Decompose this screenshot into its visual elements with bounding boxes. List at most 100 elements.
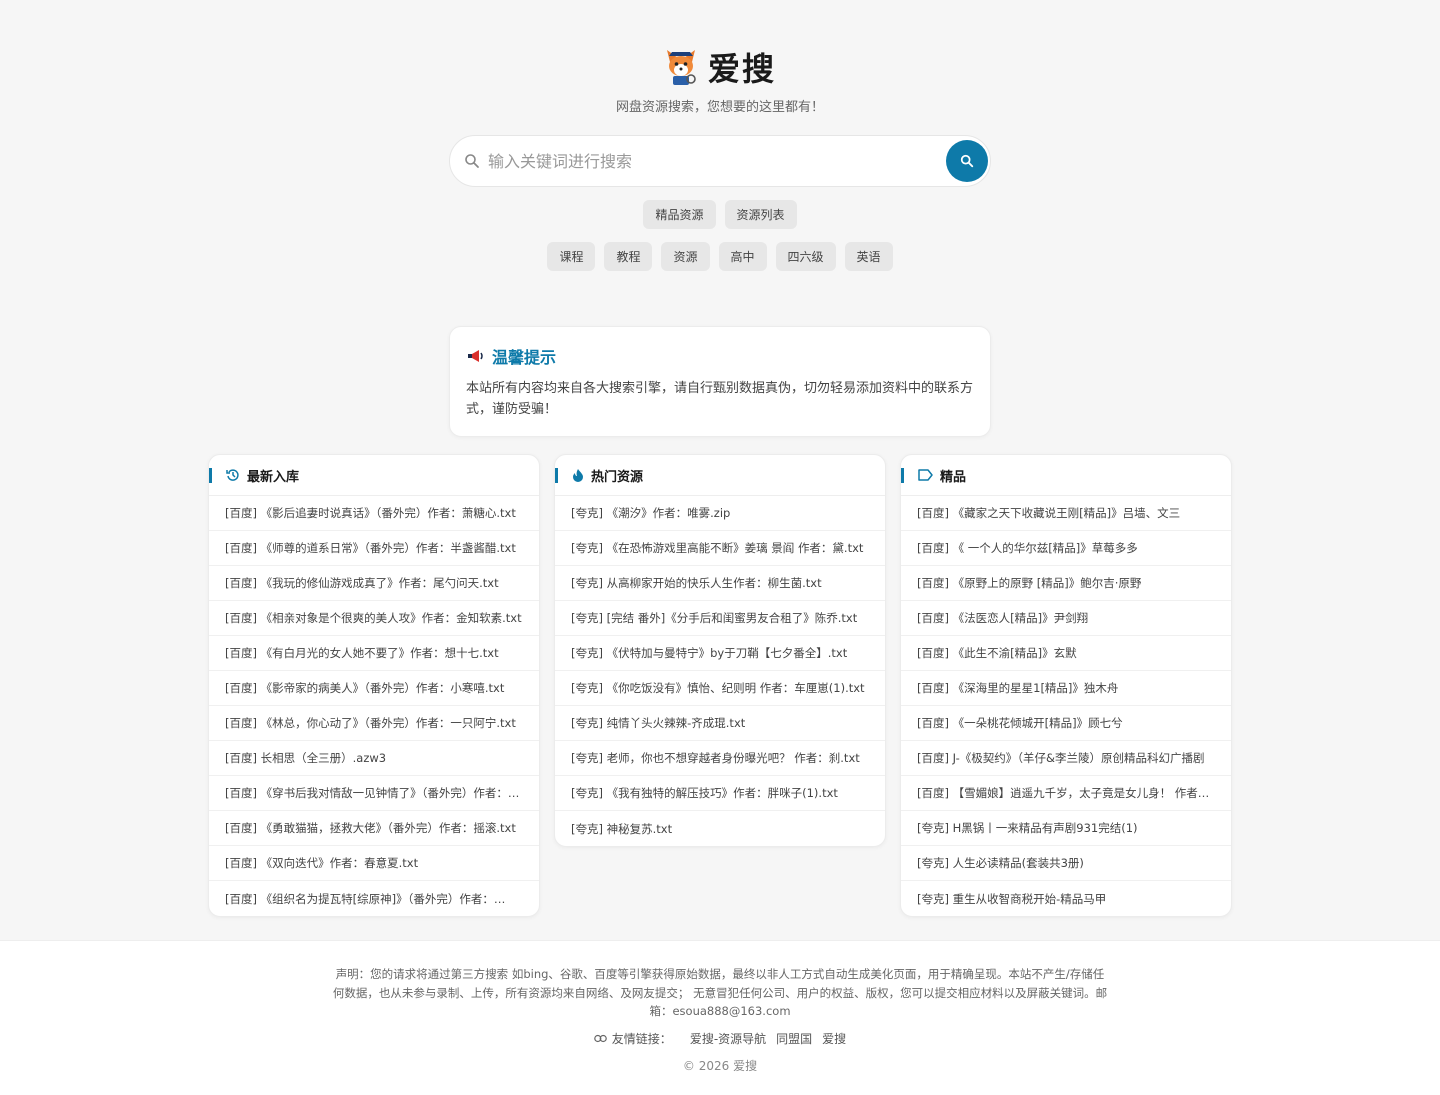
resource-item[interactable]: [夸克] 重生从收智商税开始-精品马甲	[901, 881, 1231, 916]
fox-mascot-logo[interactable]	[664, 48, 698, 86]
friend-link[interactable]: 爱搜-资源导航	[690, 1030, 766, 1047]
history-icon	[226, 469, 239, 481]
search-icon	[465, 154, 479, 168]
resource-item[interactable]: [夸克] H黑锅丨一来精品有声剧931完结(1)	[901, 811, 1231, 846]
resource-item-title: [夸克] 《我有独特的解压技巧》作者：胖咪子(1).txt	[571, 786, 838, 800]
resource-item[interactable]: [百度] 《影帝家的病美人》（番外完）作者：小寒嘻.txt	[209, 671, 539, 706]
resource-item[interactable]: [夸克] 《潮汐》作者：唯雾.zip	[555, 496, 885, 531]
resource-item[interactable]: [夸克] 《伏特加与曼特宁》by于刀鞘【七夕番全】.txt	[555, 636, 885, 671]
friend-links: 友情链接： 爱搜-资源导航 同盟国 爱搜	[0, 1030, 1440, 1047]
resource-item-title: [夸克] 《在恐怖游戏里高能不断》姜璃 景阎 作者：黛.txt	[571, 541, 864, 555]
column-header: 精品	[901, 455, 1231, 496]
resource-item[interactable]: [夸克] 《在恐怖游戏里高能不断》姜璃 景阎 作者：黛.txt	[555, 531, 885, 566]
friend-link[interactable]: 爱搜	[822, 1030, 846, 1047]
resource-item[interactable]: [百度] 《影后追妻时说真话》（番外完）作者：萧糖心.txt	[209, 496, 539, 531]
notice-card: 温馨提示 本站所有内容均来自各大搜索引擎，请自行甄别数据真伪，切勿轻易添加资料中…	[449, 326, 991, 437]
column-header: 热门资源	[555, 455, 885, 496]
resource-item-title: [百度] 《藏家之天下收藏说王刚[精品]》吕墙、文三	[917, 506, 1181, 520]
resource-item[interactable]: [夸克] 从高柳家开始的快乐人生作者：柳生菌.txt	[555, 566, 885, 601]
resource-item-title: [百度] 《影后追妻时说真话》（番外完）作者：萧糖心.txt	[225, 506, 516, 520]
resource-item-title: [百度] 《林总，你心动了》（番外完）作者：一只阿宁.txt	[225, 716, 516, 730]
hot-tag[interactable]: 资源	[661, 242, 710, 271]
resource-item[interactable]: [百度] 《原野上的原野 [精品]》鲍尔吉·原野	[901, 566, 1231, 601]
hot-tag[interactable]: 英语	[844, 242, 893, 271]
resource-item[interactable]: [百度] 《我玩的修仙游戏成真了》作者：尾勺问天.txt	[209, 566, 539, 601]
resource-item-title: [百度] 长相思（全三册）.azw3	[225, 751, 387, 765]
resource-item[interactable]: [百度] 《林总，你心动了》（番外完）作者：一只阿宁.txt	[209, 706, 539, 741]
resource-item[interactable]: [夸克] [完结 番外]《分手后和闺蜜男友合租了》陈乔.txt	[555, 601, 885, 636]
megaphone-icon	[468, 350, 483, 362]
resource-item[interactable]: [百度] 《有白月光的女人她不要了》作者：想十七.txt	[209, 636, 539, 671]
resource-item-title: [百度] 《双向迭代》作者：春意夏.txt	[225, 856, 419, 870]
resource-item[interactable]: [百度] 《双向迭代》作者：春意夏.txt	[209, 846, 539, 881]
resource-item[interactable]: [百度] 《 一个人的华尔兹[精品]》草莓多多	[901, 531, 1231, 566]
column-list: [百度] 《影后追妻时说真话》（番外完）作者：萧糖心.txt [百度] 《师尊的道…	[209, 496, 539, 916]
friend-links-label-wrap: 友情链接：	[593, 1030, 672, 1047]
header: 爱搜 网盘资源搜索，您想要的这里都有！ 精品资源 资源列表 课程 教程 资源 高…	[0, 0, 1440, 271]
footer: 声明：您的请求将通过第三方搜索 如bing、谷歌、百度等引擎获得原始数据，最终以…	[0, 940, 1440, 1095]
resource-item[interactable]: [夸克] 纯情丫头火辣辣-齐成琨.txt	[555, 706, 885, 741]
hot-tag[interactable]: 课程	[547, 242, 596, 271]
resource-item-title: [夸克] [完结 番外]《分手后和闺蜜男友合租了》陈乔.txt	[571, 611, 858, 625]
notice-body: 本站所有内容均来自各大搜索引擎，请自行甄别数据真伪，切勿轻易添加资料中的联系方式…	[466, 381, 974, 417]
search-input[interactable]	[488, 141, 928, 181]
column-title: 热门资源	[591, 469, 644, 485]
resource-item[interactable]: [百度] 《此生不渝[精品]》玄默	[901, 636, 1231, 671]
site-title: 爱搜	[707, 50, 776, 88]
resource-item[interactable]: [百度] 《一朵桃花倾城开[精品]》顾七兮	[901, 706, 1231, 741]
resource-item-title: [百度] 《勇敢猫猫，拯救大佬》（番外完）作者：摇滚.txt	[225, 821, 516, 835]
resource-item-title: [百度] 《法医恋人[精品]》尹剑翔	[917, 611, 1089, 625]
tag-icon	[918, 469, 933, 481]
resource-item-title: [夸克] 从高柳家开始的快乐人生作者：柳生菌.txt	[571, 576, 822, 590]
notice-title: 温馨提示	[492, 348, 557, 367]
resource-item-title: [夸克] 《潮汐》作者：唯雾.zip	[571, 506, 731, 520]
resource-item[interactable]: [夸克] 人生必读精品(套装共3册)	[901, 846, 1231, 881]
resource-item-title: [百度] 《影帝家的病美人》（番外完）作者：小寒嘻.txt	[225, 681, 505, 695]
resource-item[interactable]: [夸克] 《你吃饭没有》慎怡、纪则明 作者：车厘崽(1).txt	[555, 671, 885, 706]
resource-item[interactable]: [百度] 《深海里的星星1[精品]》独木舟	[901, 671, 1231, 706]
hot-tag[interactable]: 高中	[718, 242, 767, 271]
resource-item-title: [百度] 《有白月光的女人她不要了》作者：想十七.txt	[225, 646, 499, 660]
quick-link-featured[interactable]: 精品资源	[643, 200, 716, 229]
resource-item[interactable]: [百度] 《师尊的道系日常》（番外完）作者：半盏酱醋.txt	[209, 531, 539, 566]
resource-item-title: [百度] 《组织名为提瓦特[综原神]》（番外完）作者：…	[225, 891, 506, 906]
hot-column: 热门资源 [夸克] 《潮汐》作者：唯雾.zip [夸克] 《在恐怖游戏里高能不断》…	[554, 454, 886, 847]
resource-item[interactable]: [百度] 《法医恋人[精品]》尹剑翔	[901, 601, 1231, 636]
friend-link[interactable]: 同盟国	[776, 1030, 812, 1047]
resource-item[interactable]: [夸克] 《我有独特的解压技巧》作者：胖咪子(1).txt	[555, 776, 885, 811]
search-bar	[449, 135, 991, 187]
resource-item[interactable]: [百度] 《相亲对象是个很爽的美人攻》作者：金知软素.txt	[209, 601, 539, 636]
resource-item-title: [夸克] 人生必读精品(套装共3册)	[917, 856, 1084, 870]
column-header: 最新入库	[209, 455, 539, 496]
hot-tags: 课程 教程 资源 高中 四六级 英语	[0, 242, 1440, 271]
search-submit-button[interactable]	[946, 140, 988, 182]
hot-tag[interactable]: 教程	[604, 242, 653, 271]
column-title: 最新入库	[247, 469, 300, 485]
resource-item-title: [夸克] 老师，你也不想穿越者身份曝光吧？ 作者：刹.txt	[571, 751, 860, 765]
resource-item-title: [百度] 《原野上的原野 [精品]》鲍尔吉·原野	[917, 576, 1142, 590]
resource-item-title: [百度] 《一朵桃花倾城开[精品]》顾七兮	[917, 716, 1123, 730]
fire-icon	[573, 469, 583, 482]
resource-item[interactable]: [百度] 《勇敢猫猫，拯救大佬》（番外完）作者：摇滚.txt	[209, 811, 539, 846]
resource-item[interactable]: [百度] 《组织名为提瓦特[综原神]》（番外完）作者：…	[209, 881, 539, 916]
copyright: © 2026 爱搜	[682, 1058, 758, 1073]
hot-tag[interactable]: 四六级	[775, 242, 836, 271]
resource-item[interactable]: [夸克] 老师，你也不想穿越者身份曝光吧？ 作者：刹.txt	[555, 741, 885, 776]
logo-row: 爱搜	[0, 44, 1440, 90]
resource-item-title: [夸克] 重生从收智商税开始-精品马甲	[917, 891, 1107, 906]
quick-link-resource-list[interactable]: 资源列表	[724, 200, 797, 229]
resource-item[interactable]: [夸克] 神秘复苏.txt	[555, 811, 885, 846]
column-list: [百度] 《藏家之天下收藏说王刚[精品]》吕墙、文三 [百度] 《 一个人的华尔兹…	[901, 496, 1231, 916]
resource-item-title: [百度] 《穿书后我对情敌一见钟情了》（番外完）作者：…	[225, 786, 520, 800]
resource-item-title: [夸克] 神秘复苏.txt	[571, 821, 673, 836]
resource-item[interactable]: [百度] 《藏家之天下收藏说王刚[精品]》吕墙、文三	[901, 496, 1231, 531]
resource-item[interactable]: [百度] 《穿书后我对情敌一见钟情了》（番外完）作者：…	[209, 776, 539, 811]
resource-item-title: [百度] 《此生不渝[精品]》玄默	[917, 646, 1077, 660]
quick-links: 精品资源 资源列表	[0, 200, 1440, 229]
resource-item-title: [百度] 《师尊的道系日常》（番外完）作者：半盏酱醋.txt	[225, 541, 516, 555]
resource-item[interactable]: [百度] 【雪媚娘】逍遥九千岁，太子竟是女儿身！ 作者：…	[901, 776, 1231, 811]
resource-item-title: [百度] 【雪媚娘】逍遥九千岁，太子竟是女儿身！ 作者：…	[917, 786, 1215, 800]
resource-item[interactable]: [百度] J-《极契约》（羊仔&李兰陵）原创精品科幻广播剧	[901, 741, 1231, 776]
resource-item[interactable]: [百度] 长相思（全三册）.azw3	[209, 741, 539, 776]
resource-item-title: [百度] 《 一个人的华尔兹[精品]》草莓多多	[917, 541, 1138, 555]
